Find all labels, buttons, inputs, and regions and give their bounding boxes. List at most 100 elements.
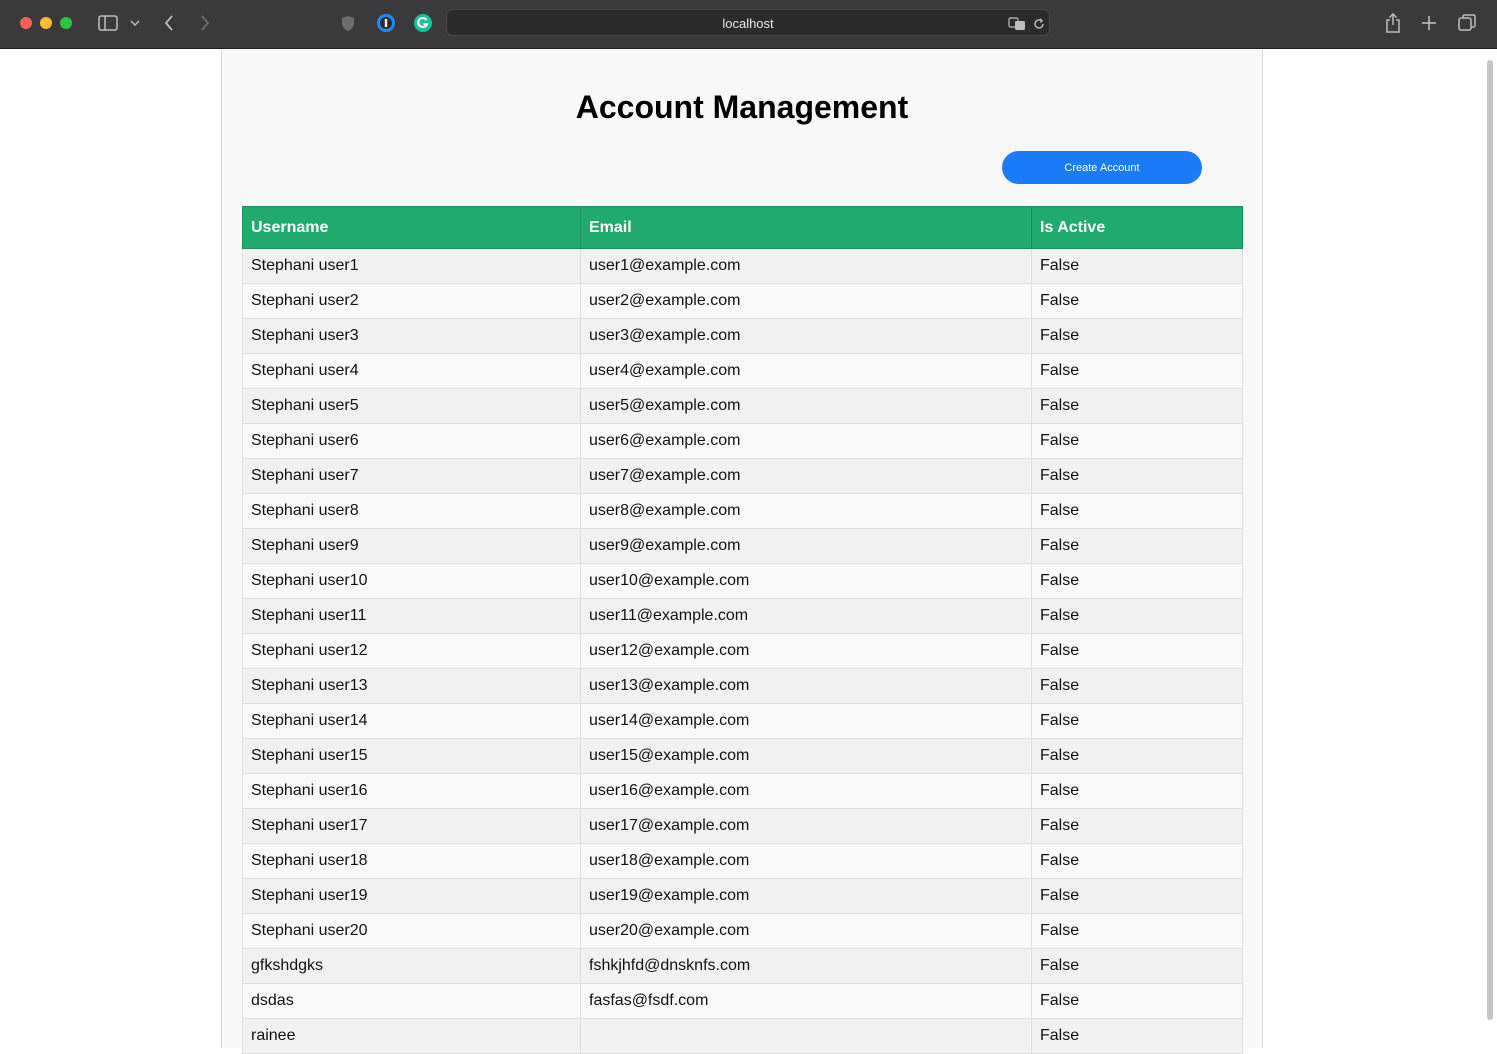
table-row: dsdas fasfas@fsdf.com False (242, 983, 1243, 1019)
cell-email: user16@example.com (580, 773, 1032, 809)
cell-is-active: False (1031, 843, 1243, 879)
cell-username: rainee (242, 1018, 581, 1054)
table-row: Stephani user4 user4@example.com False (242, 353, 1243, 389)
table-row: Stephani user13 user13@example.com False (242, 668, 1243, 704)
page-scrollbar[interactable] (1487, 60, 1493, 1020)
cell-is-active: False (1031, 388, 1243, 424)
table-row: Stephani user8 user8@example.com False (242, 493, 1243, 529)
cell-is-active: False (1031, 633, 1243, 669)
password-manager-icon[interactable] (375, 12, 397, 34)
table-row: Stephani user10 user10@example.com False (242, 563, 1243, 599)
cell-email: user5@example.com (580, 388, 1032, 424)
cell-username: Stephani user14 (242, 703, 581, 739)
table-row: Stephani user14 user14@example.com False (242, 703, 1243, 739)
cell-email: user17@example.com (580, 808, 1032, 844)
table-row: Stephani user17 user17@example.com False (242, 808, 1243, 844)
cell-email: user19@example.com (580, 878, 1032, 914)
cell-is-active: False (1031, 773, 1243, 809)
table-row: Stephani user19 user19@example.com False (242, 878, 1243, 914)
cell-email: fshkjhfd@dnsknfs.com (580, 948, 1032, 984)
cell-username: gfkshdgks (242, 948, 581, 984)
address-bar[interactable]: localhost (446, 9, 1050, 36)
cell-is-active: False (1031, 458, 1243, 494)
column-header-email: Email (580, 206, 1032, 249)
accounts-table-container: Username Email Is Active Stephani user1 u… (242, 206, 1243, 1054)
cell-is-active: False (1031, 913, 1243, 949)
table-body: Stephani user1 user1@example.com False Step… (242, 248, 1243, 1054)
cell-username: Stephani user17 (242, 808, 581, 844)
cell-username: Stephani user13 (242, 668, 581, 704)
cell-username: Stephani user10 (242, 563, 581, 599)
cell-username: Stephani user8 (242, 493, 581, 529)
reload-icon[interactable] (1031, 13, 1047, 35)
table-row: Stephani user12 user12@example.com False (242, 633, 1243, 669)
sidebar-icon[interactable] (97, 12, 119, 34)
cell-email: user1@example.com (580, 248, 1032, 284)
table-row: rainee False (242, 1018, 1243, 1054)
close-window-button[interactable] (20, 17, 32, 29)
cell-is-active: False (1031, 703, 1243, 739)
cell-is-active: False (1031, 318, 1243, 354)
cell-is-active: False (1031, 948, 1243, 984)
cell-is-active: False (1031, 353, 1243, 389)
cell-is-active: False (1031, 528, 1243, 564)
cell-username: Stephani user19 (242, 878, 581, 914)
cell-email: user10@example.com (580, 563, 1032, 599)
back-icon[interactable] (160, 12, 178, 34)
cell-username: Stephani user3 (242, 318, 581, 354)
minimize-window-button[interactable] (40, 17, 52, 29)
cell-email: user18@example.com (580, 843, 1032, 879)
table-row: Stephani user16 user16@example.com False (242, 773, 1243, 809)
cell-username: Stephani user12 (242, 633, 581, 669)
cell-email: fasfas@fsdf.com (580, 983, 1032, 1019)
table-row: gfkshdgks fshkjhfd@dnsknfs.com False (242, 948, 1243, 984)
cell-username: dsdas (242, 983, 581, 1019)
cell-email: user4@example.com (580, 353, 1032, 389)
cell-username: Stephani user15 (242, 738, 581, 774)
cell-email: user14@example.com (580, 703, 1032, 739)
cell-email: user13@example.com (580, 668, 1032, 704)
table-row: Stephani user18 user18@example.com False (242, 843, 1243, 879)
cell-is-active: False (1031, 738, 1243, 774)
translate-icon[interactable] (1007, 13, 1027, 35)
shield-icon[interactable] (339, 12, 357, 34)
page-title: Account Management (575, 89, 909, 125)
cell-email: user9@example.com (580, 528, 1032, 564)
cell-is-active: False (1031, 563, 1243, 599)
cell-email: user20@example.com (580, 913, 1032, 949)
create-account-button[interactable]: Create Account (1002, 151, 1202, 184)
grammarly-icon[interactable] (412, 12, 434, 34)
share-icon[interactable] (1384, 12, 1402, 34)
cell-is-active: False (1031, 808, 1243, 844)
table-row: Stephani user1 user1@example.com False (242, 248, 1243, 284)
cell-email: user3@example.com (580, 318, 1032, 354)
table-row: Stephani user2 user2@example.com False (242, 283, 1243, 319)
url-text: localhost (722, 16, 774, 31)
cell-username: Stephani user2 (242, 283, 581, 319)
tab-overview-icon[interactable] (1457, 12, 1477, 34)
cell-is-active: False (1031, 423, 1243, 459)
cell-is-active: False (1031, 878, 1243, 914)
cell-is-active: False (1031, 668, 1243, 704)
table-row: Stephani user9 user9@example.com False (242, 528, 1243, 564)
cell-is-active: False (1031, 283, 1243, 319)
cell-email: user15@example.com (580, 738, 1032, 774)
table-row: Stephani user5 user5@example.com False (242, 388, 1243, 424)
forward-icon[interactable] (196, 12, 214, 34)
account-management-page: Account Management Create Account Userna… (221, 50, 1263, 1054)
cell-username: Stephani user20 (242, 913, 581, 949)
cell-email: user7@example.com (580, 458, 1032, 494)
cell-email: user2@example.com (580, 283, 1032, 319)
cell-username: Stephani user5 (242, 388, 581, 424)
column-header-username: Username (242, 206, 581, 249)
cell-is-active: False (1031, 598, 1243, 634)
zoom-window-button[interactable] (60, 17, 72, 29)
new-tab-icon[interactable] (1420, 12, 1438, 34)
table-header-row: Username Email Is Active (242, 206, 1243, 249)
accounts-table: Username Email Is Active Stephani user1 u… (242, 206, 1243, 1054)
cell-is-active: False (1031, 983, 1243, 1019)
browser-toolbar: localhost (0, 0, 1497, 49)
table-row: Stephani user3 user3@example.com False (242, 318, 1243, 354)
chevron-down-icon[interactable] (128, 12, 142, 34)
cell-is-active: False (1031, 1018, 1243, 1054)
